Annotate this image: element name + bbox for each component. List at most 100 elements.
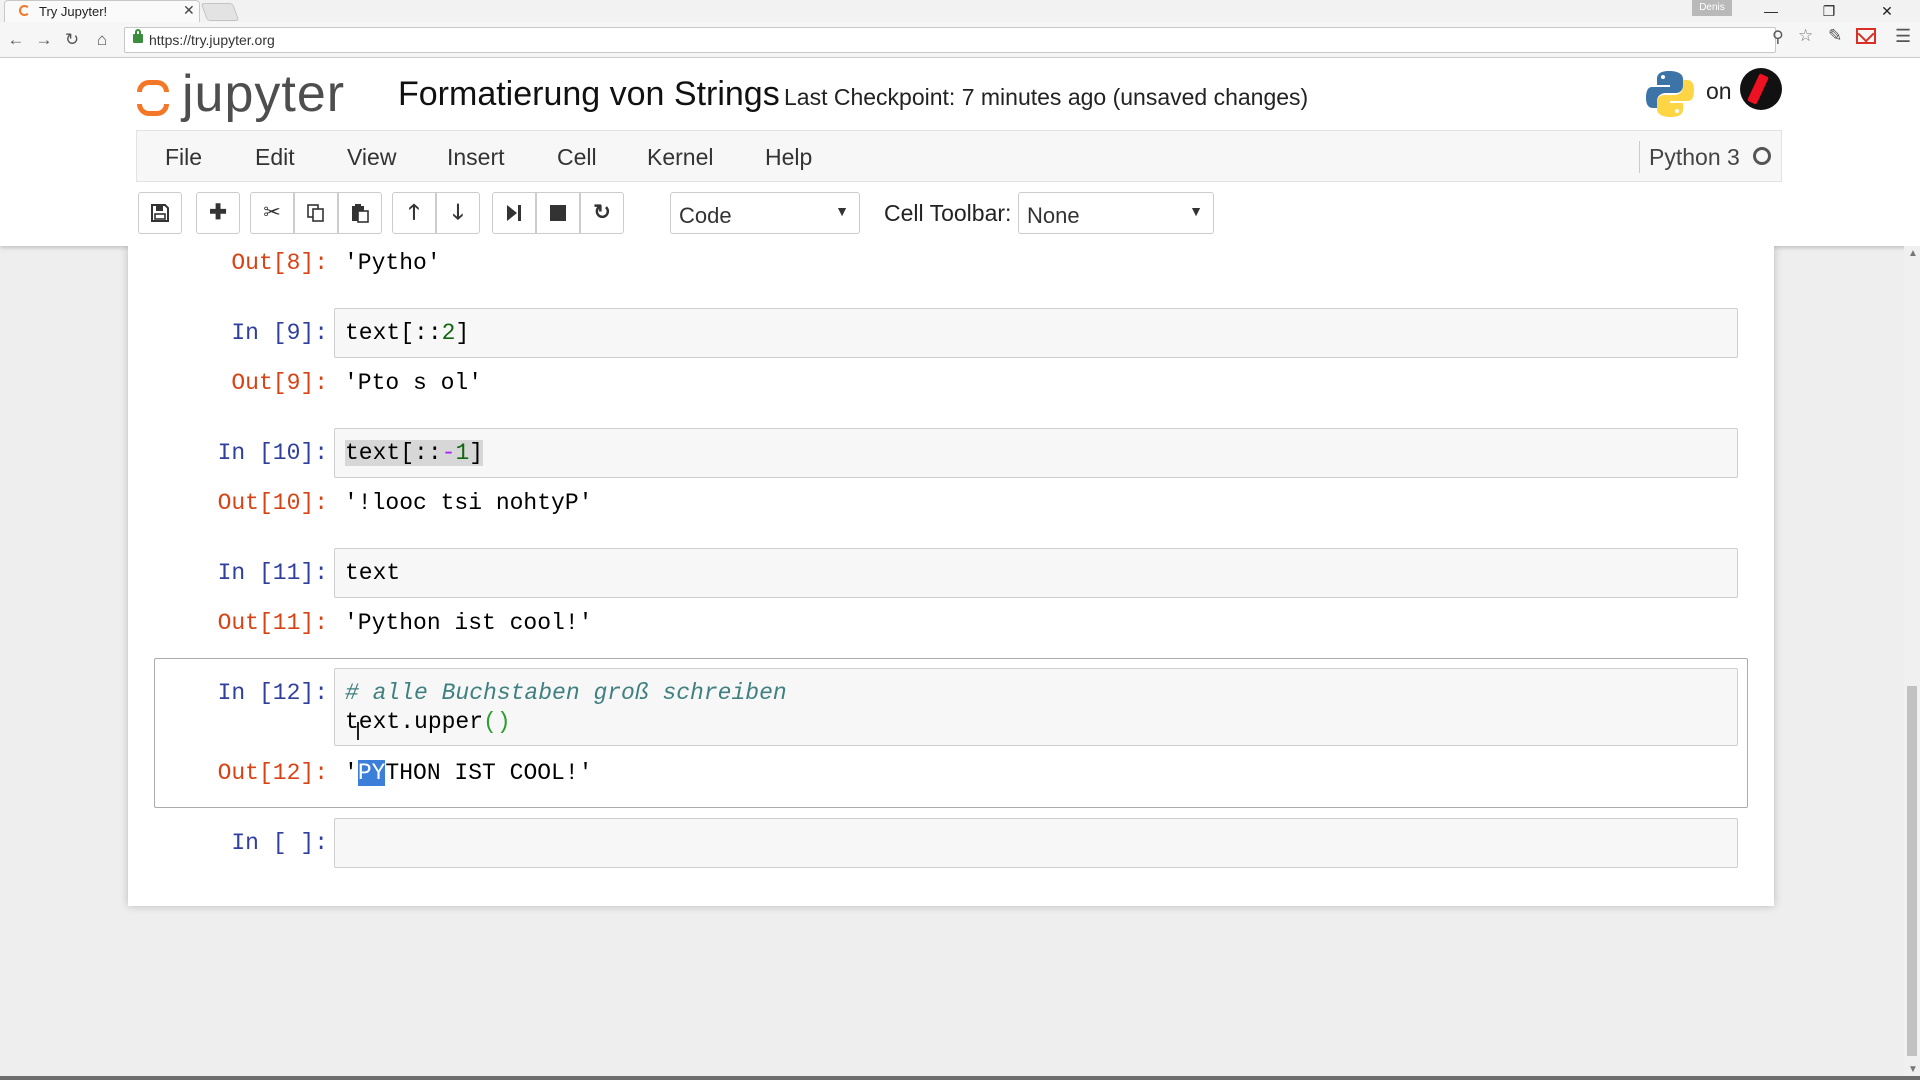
scroll-up-icon[interactable]: ▲ — [1908, 248, 1918, 259]
new-tab-button[interactable] — [200, 3, 240, 21]
output-prompt: Out[11]: — [217, 610, 328, 636]
extension-icon[interactable]: ✎ — [1828, 26, 1842, 46]
move-cell-up-button[interactable]: 🡑 — [392, 192, 436, 234]
cut-button[interactable]: ✂ — [250, 192, 294, 234]
code-token: text[:: — [345, 320, 442, 346]
menu-icon[interactable]: ☰ — [1895, 26, 1911, 47]
run-icon — [507, 205, 521, 221]
code-comment: # alle Buchstaben groß schreiben — [345, 680, 787, 706]
back-arrow-icon[interactable]: ← — [5, 29, 27, 51]
loading-spinner-icon — [19, 5, 30, 16]
checkpoint-status: Last Checkpoint: 7 minutes ago (unsaved … — [784, 84, 1309, 110]
code-token: ] — [455, 320, 470, 346]
cell-toolbar-select[interactable]: None ▼ — [1018, 192, 1214, 234]
output-prompt: Out[10]: — [217, 490, 328, 516]
notebook-toolbar: ✚ ✂ 🡑 🡓 ↻ Code ▼ Cell Toolbar: None ▼ — [136, 192, 1782, 238]
run-cell-button[interactable] — [492, 192, 536, 234]
save-button[interactable] — [138, 192, 182, 234]
cell-output: '!looc tsi nohtyP' — [344, 490, 593, 516]
star-icon[interactable]: ☆ — [1798, 26, 1813, 46]
plus-icon: ✚ — [209, 201, 227, 224]
url-text: https://try.jupyter.org — [149, 32, 275, 48]
code-paren: () — [483, 709, 511, 735]
browser-tab[interactable]: Try Jupyter! ✕ — [4, 0, 200, 22]
tab-close-icon[interactable]: ✕ — [183, 2, 195, 19]
notebook-container: Out[8]: 'Pytho' In [9]: text[::2] Out[9]… — [128, 246, 1774, 906]
jupyter-logo[interactable]: jupyter — [136, 65, 376, 126]
scrollbar-thumb[interactable] — [1907, 686, 1917, 1056]
python-logo-icon — [1646, 71, 1694, 117]
code-number: 1 — [455, 440, 470, 466]
cell-type-value: Code — [679, 203, 732, 228]
insert-cell-button[interactable]: ✚ — [196, 192, 240, 234]
output-prompt: Out[12]: — [217, 760, 328, 786]
save-icon — [151, 204, 169, 222]
input-prompt: In [9]: — [231, 320, 328, 346]
menu-kernel[interactable]: Kernel — [647, 144, 713, 171]
restart-icon: ↻ — [593, 201, 611, 224]
notebook-title[interactable]: Formatierung von Strings — [398, 75, 780, 114]
kernel-name: Python 3 — [1649, 144, 1740, 170]
zoom-icon[interactable]: ⚲ — [1772, 27, 1784, 47]
menu-file[interactable]: File — [165, 144, 202, 171]
cell-output: 'Pytho' — [344, 250, 441, 276]
tab-title: Try Jupyter! — [39, 4, 108, 19]
menu-insert[interactable]: Insert — [447, 144, 505, 171]
window-close-button[interactable]: ✕ — [1864, 0, 1910, 22]
code-input[interactable]: # alle Buchstaben groß schreiben text.up… — [334, 668, 1738, 746]
chevron-down-icon: ▼ — [835, 203, 849, 219]
browser-address-bar: ← → ↻ ⌂ https://try.jupyter.org — [0, 22, 1920, 58]
cell-output: 'PYTHON IST COOL!' — [344, 760, 592, 786]
window-maximize-button[interactable]: ❐ — [1806, 0, 1852, 22]
code-input[interactable]: text[::-1] — [334, 428, 1738, 478]
selected-text: PY — [357, 760, 386, 786]
reload-icon[interactable]: ↻ — [61, 29, 83, 51]
copy-button[interactable] — [294, 192, 338, 234]
code-input[interactable]: text — [334, 548, 1738, 598]
jupyter-logo-text: jupyter — [182, 65, 346, 123]
output-token: ' — [344, 760, 358, 786]
menu-view[interactable]: View — [347, 144, 396, 171]
chevron-down-icon: ▼ — [1189, 203, 1203, 219]
hosted-on-text: on — [1706, 78, 1732, 104]
url-input[interactable]: https://try.jupyter.org — [124, 27, 1776, 53]
input-prompt: In [12]: — [217, 680, 328, 706]
paste-button[interactable] — [338, 192, 382, 234]
code-token: text[:: — [345, 440, 442, 466]
output-prompt: Out[8]: — [231, 250, 328, 276]
arrow-down-icon: 🡓 — [452, 201, 464, 224]
output-token: THON IST COOL!' — [385, 760, 593, 786]
menu-cell[interactable]: Cell — [557, 144, 597, 171]
home-icon[interactable]: ⌂ — [91, 29, 113, 51]
scroll-down-icon[interactable]: ▼ — [1908, 1064, 1918, 1075]
code-input[interactable]: text[::2] — [334, 308, 1738, 358]
code-operator: - — [441, 440, 456, 466]
gmail-icon[interactable] — [1856, 28, 1876, 44]
restart-kernel-button[interactable]: ↻ — [580, 192, 624, 234]
menubar: File Edit View Insert Cell Kernel Help P… — [136, 130, 1782, 182]
move-cell-down-button[interactable]: 🡓 — [436, 192, 480, 234]
output-prompt: Out[9]: — [231, 370, 328, 396]
stop-icon — [550, 205, 566, 221]
menu-edit[interactable]: Edit — [255, 144, 295, 171]
window-minimize-button[interactable]: — — [1748, 0, 1794, 22]
forward-arrow-icon[interactable]: → — [33, 29, 55, 51]
notebook-area: Out[8]: 'Pytho' In [9]: text[::2] Out[9]… — [0, 246, 1904, 1076]
input-prompt: In [11]: — [217, 560, 328, 586]
arrow-up-icon: 🡑 — [408, 201, 420, 224]
cell-type-select[interactable]: Code ▼ — [670, 192, 860, 234]
menu-help[interactable]: Help — [765, 144, 812, 171]
cut-icon: ✂ — [263, 201, 281, 224]
cell-toolbar-label: Cell Toolbar: — [884, 200, 1012, 226]
profile-badge[interactable]: Denis — [1692, 0, 1732, 16]
cell-toolbar-value: None — [1027, 203, 1080, 228]
input-prompt: In [ ]: — [231, 830, 328, 856]
code-token: text — [345, 560, 401, 586]
browser-tab-bar: Try Jupyter! ✕ Denis — ❐ ✕ — [0, 0, 1920, 22]
interrupt-kernel-button[interactable] — [536, 192, 580, 234]
page-scrollbar[interactable]: ▲ ▼ — [1904, 246, 1920, 1080]
cell-output: 'Python ist cool!' — [344, 610, 593, 636]
text-cursor-icon — [357, 722, 359, 740]
rackspace-logo-icon — [1740, 68, 1782, 110]
empty-code-input[interactable] — [334, 818, 1738, 868]
